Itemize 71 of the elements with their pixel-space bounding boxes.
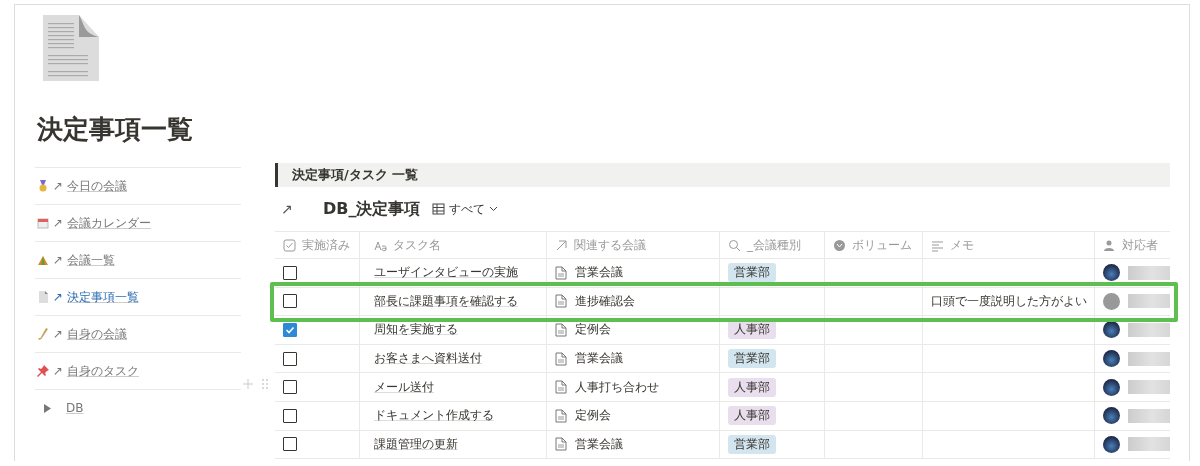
task-name[interactable]: ユーザインタビューの実施 xyxy=(374,264,518,282)
expand-triangle-icon[interactable] xyxy=(43,403,52,413)
task-name[interactable]: 周知を実施する xyxy=(374,321,458,339)
task-name[interactable]: 部長に課題事項を確認する xyxy=(374,292,518,310)
table-icon xyxy=(432,203,446,215)
checkbox[interactable] xyxy=(283,323,297,337)
checkbox[interactable] xyxy=(283,408,297,423)
medal-icon xyxy=(37,180,49,192)
blurred-name xyxy=(1128,380,1170,395)
checkbox[interactable] xyxy=(283,351,297,366)
page-icon xyxy=(555,323,567,337)
chevron-down-icon xyxy=(489,206,499,212)
document-icon xyxy=(43,15,99,81)
checkbox-icon xyxy=(283,238,296,252)
page-icon xyxy=(555,408,567,423)
tag: 人事部 xyxy=(728,377,776,397)
sidebar-link[interactable]: ↗ 自身の会議 xyxy=(53,325,127,343)
page-icon xyxy=(555,380,567,395)
arrow-icon xyxy=(555,238,568,252)
checkmark-icon xyxy=(284,324,296,336)
page-icon xyxy=(555,437,567,452)
sidebar-link[interactable]: ↗ 今日の会議 xyxy=(53,177,127,195)
sidebar-link[interactable]: ↗ 決定事項一覧 xyxy=(53,288,139,306)
add-block-handle-icon[interactable] xyxy=(243,378,271,390)
task-name[interactable]: お客さまへ資料送付 xyxy=(374,350,482,368)
sidebar-link[interactable]: ↗ 会議一覧 xyxy=(53,251,115,269)
task-name[interactable]: 課題管理の更新 xyxy=(374,435,458,453)
pen-icon xyxy=(37,328,49,340)
database-title[interactable]: DB_決定事項 xyxy=(323,198,421,220)
related-meeting-link[interactable]: 進捗確認会 xyxy=(575,292,635,310)
memo-text: 口頭で一度説明した方がよい xyxy=(931,292,1087,310)
tag: 人事部 xyxy=(728,406,776,426)
blurred-name xyxy=(1128,265,1170,280)
tag: 営業部 xyxy=(728,349,776,369)
tent-icon xyxy=(37,254,49,266)
view-selector[interactable]: すべて xyxy=(432,200,499,218)
tag: 営業部 xyxy=(728,434,776,454)
calendar-icon xyxy=(37,217,49,229)
page-icon xyxy=(555,351,567,366)
related-meeting-link[interactable]: 営業会議 xyxy=(575,435,623,453)
checkbox[interactable] xyxy=(283,294,297,309)
related-meeting-link[interactable]: 定例会 xyxy=(575,321,611,339)
pushpin-icon xyxy=(37,365,49,377)
task-name[interactable]: メール送付 xyxy=(374,378,434,396)
toggle-link[interactable]: DB xyxy=(66,401,84,415)
section-heading: 決定事項/タスク 一覧 xyxy=(275,163,1170,187)
blurred-name xyxy=(1128,437,1170,452)
related-meeting-link[interactable]: 定例会 xyxy=(575,407,611,425)
checkbox[interactable] xyxy=(283,437,297,452)
page-title: 決定事項一覧 xyxy=(37,113,193,146)
lines-icon xyxy=(931,238,944,252)
tag: 営業部 xyxy=(728,263,776,283)
search-icon xyxy=(728,238,741,252)
link-arrow[interactable]: ↗ xyxy=(275,201,323,217)
blurred-name xyxy=(1128,323,1170,337)
page-icon xyxy=(555,294,567,309)
blurred-name xyxy=(1128,294,1170,309)
related-meeting-link[interactable]: 営業会議 xyxy=(575,264,623,282)
circle-icon xyxy=(833,238,846,252)
sidebar-link[interactable]: ↗ 自身のタスク xyxy=(53,362,139,380)
task-name[interactable]: ドキュメント作成する xyxy=(374,407,494,425)
blurred-name xyxy=(1128,408,1170,423)
related-meeting-link[interactable]: 営業会議 xyxy=(575,350,623,368)
checkbox[interactable] xyxy=(283,265,297,280)
related-meeting-link[interactable]: 人事打ち合わせ xyxy=(575,378,659,396)
sidebar-link[interactable]: ↗ 会議カレンダー xyxy=(53,214,151,232)
checkbox[interactable] xyxy=(283,380,297,395)
page-icon xyxy=(555,265,567,280)
blurred-name xyxy=(1128,351,1170,366)
person-icon xyxy=(1103,238,1116,252)
document-icon xyxy=(37,291,49,303)
